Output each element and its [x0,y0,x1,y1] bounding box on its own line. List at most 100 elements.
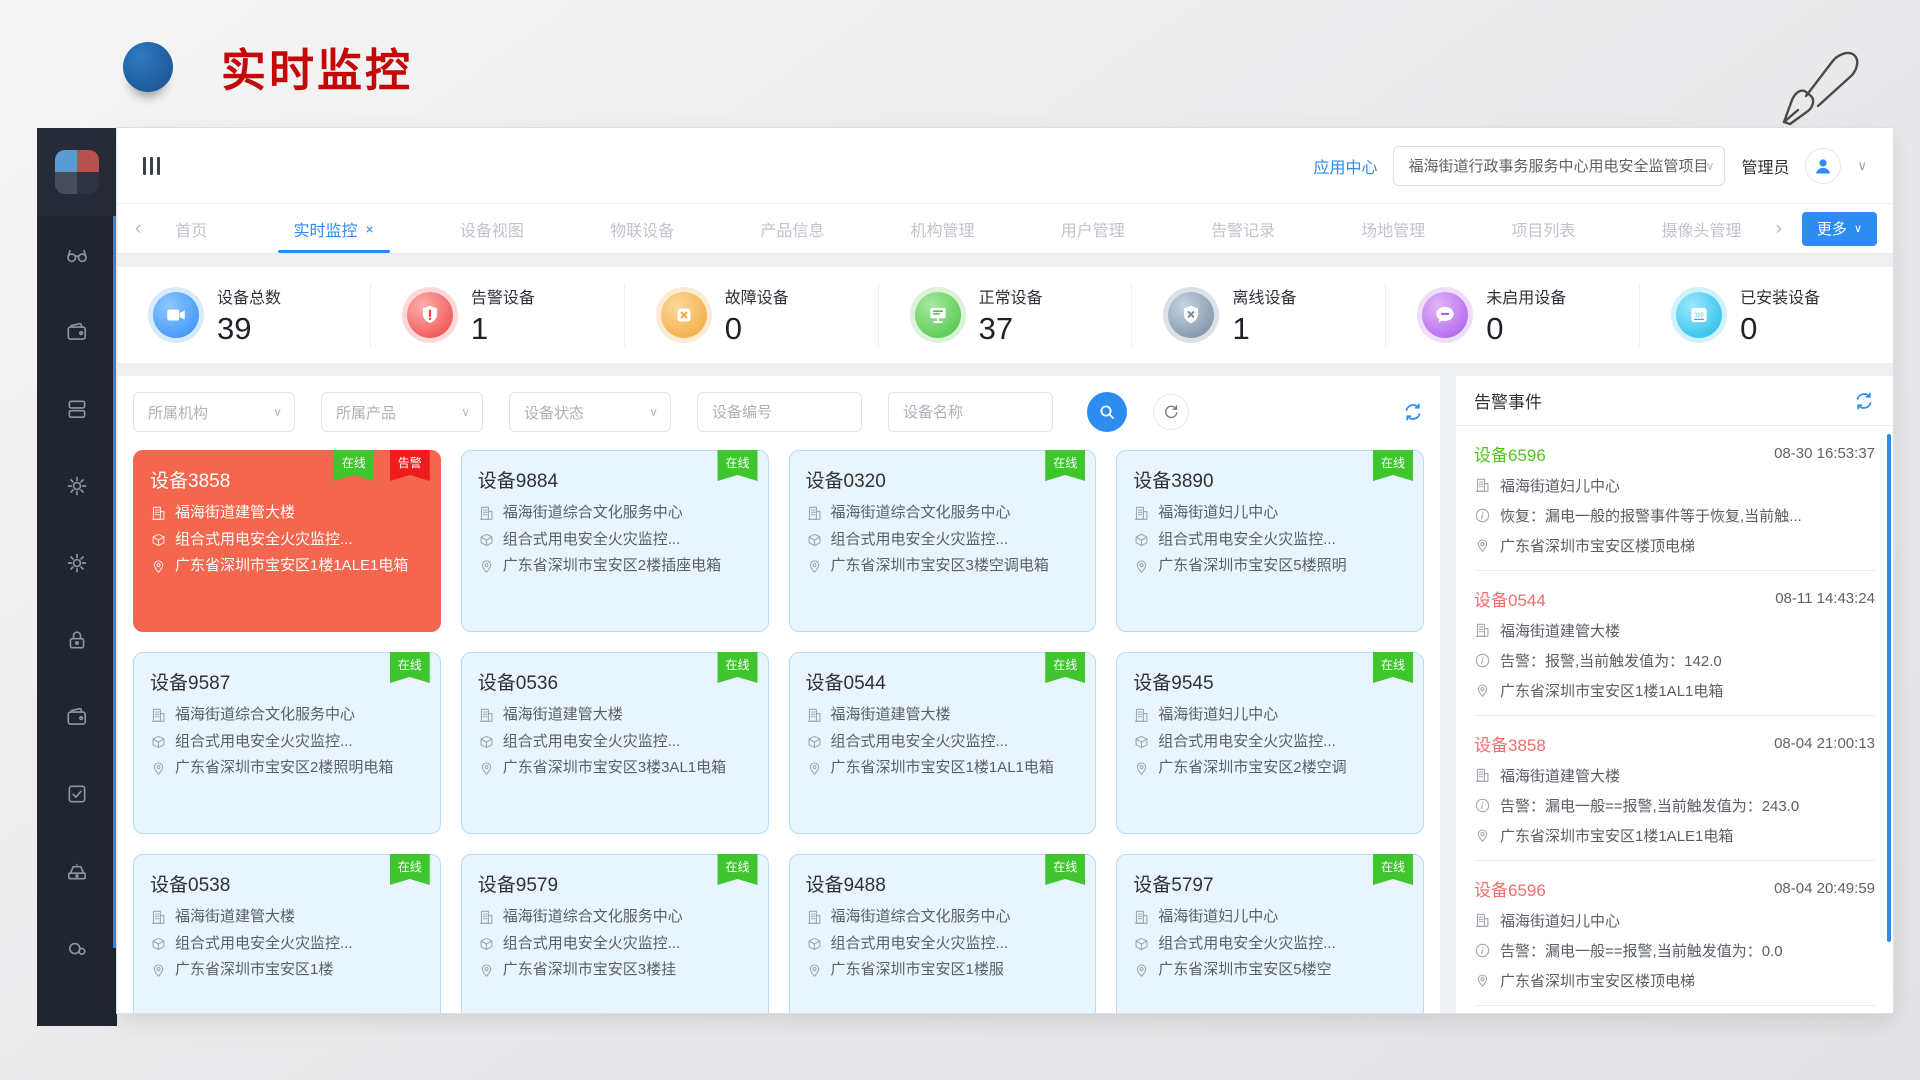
tab[interactable]: 告警记录 [1211,204,1275,253]
device-card[interactable]: 在线 设备9884 福海街道综合文化服务中心 组合式用电安全火灾监控... [461,450,769,632]
event-org-line: 福海街道妇儿中心 [1474,475,1875,496]
device-card[interactable]: 在线 设备5797 福海街道妇儿中心 组合式用电安全火灾监控... [1116,854,1424,1013]
device-address-line: 广东省深圳市宝安区5楼空 [1133,959,1407,982]
event-device-name[interactable]: 设备3858 [1474,731,1546,756]
device-card[interactable]: 在线 设备0536 福海街道建管大楼 组合式用电安全火灾监控... [461,652,769,834]
alarm-shield-icon [407,292,453,338]
cloud-icon[interactable] [37,909,117,986]
tab[interactable]: 产品信息 [760,204,824,253]
device-org-line: 福海街道妇儿中心 [1133,906,1407,929]
event-message-line: 告警：漏电一般==报警,当前触发值为：243.0 [1474,795,1875,816]
device-card[interactable]: 在线 设备0544 福海街道建管大楼 组合式用电安全火灾监控... [789,652,1097,834]
tabs-scroll-right-icon[interactable]: › [1764,218,1794,240]
checkbox-icon[interactable] [37,755,117,832]
tab-label: 首页 [175,217,207,241]
location-pin-icon [806,558,823,575]
reset-button[interactable] [1153,394,1189,430]
event-message-line: 恢复：漏电一般的报警事件等于恢复,当前触... [1474,505,1875,526]
tab[interactable]: 首页 [175,204,207,253]
event-time: 08-11 14:43:24 [1775,590,1875,607]
tabs-scroll-left-icon[interactable]: ‹ [123,218,153,240]
building-icon [1474,622,1491,639]
alarm-event[interactable]: 设备3858 08-04 21:00:13 福海街道建管大楼 告警：漏电一般==… [1474,716,1875,861]
location-pin-icon [478,760,495,777]
avatar[interactable] [1805,148,1841,184]
gear-icon[interactable] [37,524,117,601]
device-product-line: 组合式用电安全火灾监控... [150,731,424,754]
gear-icon[interactable] [37,447,117,524]
tab[interactable]: 用户管理 [1061,204,1125,253]
lock-icon[interactable] [37,601,117,678]
wallet-icon[interactable] [37,678,117,755]
device-address-line: 广东省深圳市宝安区1楼服 [806,959,1080,982]
device-org-line: 福海街道建管大楼 [478,704,752,727]
device-code-input[interactable] [697,392,862,432]
event-device-name[interactable]: 设备0544 [1474,586,1546,611]
device-address-line: 广东省深圳市宝安区3楼3AL1电箱 [478,757,752,780]
tabs: 首页 实时监控 × 设备视图 物联设备 [153,204,1763,253]
search-button[interactable] [1087,392,1127,432]
device-product-line: 组合式用电安全火灾监控... [806,731,1080,754]
chevron-down-icon: ∨ [649,405,658,419]
location-pin-icon [1474,682,1491,699]
device-card[interactable]: 在线 设备9488 福海街道综合文化服务中心 组合式用电安全火灾监控... [789,854,1097,1013]
location-pin-icon [1133,558,1150,575]
building-icon [150,707,167,724]
tab-close-icon[interactable]: × [366,221,374,237]
tab[interactable]: 机构管理 [911,204,975,253]
device-card[interactable]: 在线 设备9579 福海街道综合文化服务中心 组合式用电安全火灾监控... [461,854,769,1013]
storage-icon[interactable] [37,832,117,909]
app-logo[interactable] [55,150,99,194]
stat-unenabled-devices: 未启用设备0 [1385,283,1639,347]
chevron-down-icon[interactable]: ∨ [1857,158,1867,174]
building-icon [150,909,167,926]
event-device-name[interactable]: 设备6596 [1474,876,1546,901]
device-card[interactable]: 在线 设备0320 福海街道综合文化服务中心 组合式用电安全火灾监控... [789,450,1097,632]
device-card[interactable]: 在线 设备9545 福海街道妇儿中心 组合式用电安全火灾监控... [1116,652,1424,834]
tab-label: 项目列表 [1511,217,1575,241]
more-button[interactable]: 更多∨ [1802,212,1877,246]
org-select[interactable]: 所属机构∨ [133,392,295,432]
device-org-line: 福海街道综合文化服务中心 [150,704,424,727]
device-org-line: 福海街道妇儿中心 [1133,704,1407,727]
device-org-line: 福海街道综合文化服务中心 [806,906,1080,929]
collapse-menu-icon[interactable] [143,157,160,175]
event-address-line: 广东省深圳市宝安区楼顶电梯 [1474,535,1875,556]
product-select[interactable]: 所属产品∨ [321,392,483,432]
device-card[interactable]: 在线 告警 设备3858 福海街道建管大楼 组合式用电安全火灾监控... [133,450,441,632]
device-status-select[interactable]: 设备状态∨ [509,392,671,432]
panels-icon[interactable] [37,370,117,447]
normal-monitor-icon [915,292,961,338]
building-icon [1474,767,1491,784]
event-device-name[interactable]: 设备6596 [1474,441,1546,466]
alarm-event[interactable]: 设备0544 08-11 14:43:24 福海街道建管大楼 告警：报警,当前触… [1474,571,1875,716]
product-box-icon [478,734,495,751]
device-address-line: 广东省深圳市宝安区1楼1ALE1电箱 [150,555,424,578]
device-org-line: 福海街道建管大楼 [150,502,424,525]
alarm-refresh-button[interactable] [1853,390,1875,412]
device-name-input[interactable] [888,392,1053,432]
tab[interactable]: 设备视图 [460,204,524,253]
glasses-icon[interactable] [37,216,117,293]
building-icon [478,505,495,522]
device-org-line: 福海街道综合文化服务中心 [806,502,1080,525]
tab[interactable]: 摄像头管理 [1662,204,1742,253]
panel-scrollbar[interactable] [1887,434,1891,942]
device-card[interactable]: 在线 设备9587 福海街道综合文化服务中心 组合式用电安全火灾监控... [133,652,441,834]
tab[interactable]: 场地管理 [1361,204,1425,253]
device-card[interactable]: 在线 设备0538 福海街道建管大楼 组合式用电安全火灾监控... [133,854,441,1013]
tab[interactable]: 项目列表 [1511,204,1575,253]
alarm-event[interactable]: 设备6596 08-04 20:49:59 福海街道妇儿中心 告警：漏电一般==… [1474,861,1875,1006]
location-pin-icon [1474,827,1491,844]
refresh-list-button[interactable] [1402,401,1424,423]
app-center-link[interactable]: 应用中心 [1313,154,1377,178]
device-card[interactable]: 在线 设备3890 福海街道妇儿中心 组合式用电安全火灾监控... [1116,450,1424,632]
project-select[interactable]: 福海街道行政事务服务中心用电安全监管项目 ∨ [1393,146,1725,186]
refresh-icon [1162,403,1180,421]
tab-label: 产品信息 [760,217,824,241]
tab[interactable]: 实时监控 × [294,204,374,253]
wallet-icon[interactable] [37,293,117,370]
location-pin-icon [150,760,167,777]
tab[interactable]: 物联设备 [610,204,674,253]
alarm-event[interactable]: 设备6596 08-30 16:53:37 福海街道妇儿中心 恢复：漏电一般的报… [1474,426,1875,571]
